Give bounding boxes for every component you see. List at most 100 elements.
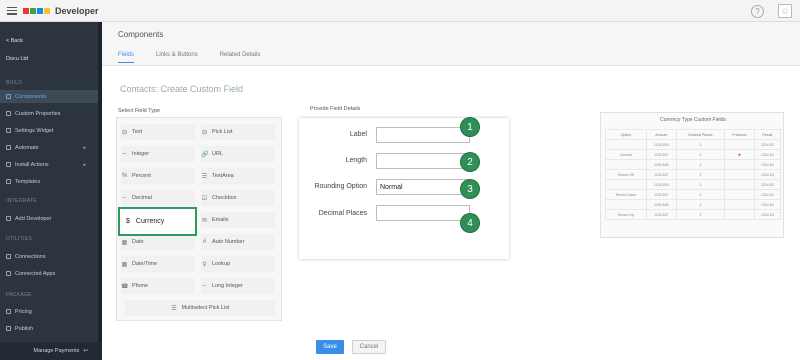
add-developer-icon	[6, 216, 11, 221]
cell: 2	[675, 169, 726, 180]
field-type-label: Text	[132, 129, 143, 135]
automate-icon	[6, 145, 11, 150]
section-build: BUILD	[6, 80, 23, 86]
field-type-url[interactable]: 🔗 URL	[201, 146, 275, 162]
sidebar-item-pricing[interactable]: Pricing	[0, 305, 98, 318]
sidebar-item-label: Templates	[15, 178, 41, 185]
sidebar-item-automate[interactable]: Automate ▸	[0, 141, 98, 154]
pricing-icon	[6, 309, 11, 314]
sidebar-item-add-developer[interactable]: Add Developer	[0, 212, 98, 225]
cell: 2	[675, 199, 726, 210]
cell: 1234.527	[645, 149, 677, 160]
textarea-icon: ☰	[201, 173, 208, 180]
field-type-label: Currency	[135, 218, 165, 225]
field-type-long-integer[interactable]: ⇔ Long Integer	[201, 278, 275, 294]
sidebar-item-label: Components	[15, 93, 47, 100]
sidebar-item-templates[interactable]: Templates	[0, 175, 98, 188]
decimal-icon: ⇔	[121, 195, 128, 201]
brand-logo[interactable]: Developer	[23, 6, 99, 16]
cell: 2	[675, 159, 726, 170]
length-input[interactable]	[376, 153, 470, 169]
field-type-label: Pick List	[212, 129, 233, 135]
sidebar-item-custom-properties[interactable]: Custom Properties	[0, 107, 98, 120]
table-row: Normal 1234.527 2 ✖ 1234.53	[605, 149, 782, 160]
field-type-text[interactable]: ⊟ Text	[121, 124, 195, 140]
manage-payments-link[interactable]: Manage Payments ↩	[0, 342, 102, 360]
phone-icon: ☎	[121, 283, 129, 290]
field-type-emails[interactable]: ✉ Emails	[201, 212, 275, 228]
section-utilities: UTILITIES	[6, 236, 33, 242]
cell: 1234.527	[645, 189, 677, 200]
field-type-label: Checkbox	[212, 195, 237, 201]
sidebar-item-install-actions[interactable]: Install Actions ▸	[0, 158, 98, 171]
sidebar-item-connected-apps[interactable]: Connected Apps	[0, 267, 98, 280]
table-header-row: Option Amount Decimal Places Precision R…	[605, 129, 782, 140]
field-type-datetime[interactable]: ▦ Date/Time	[121, 256, 195, 272]
rounding-option-select[interactable]: Normal ▾	[376, 179, 470, 195]
sidebar-item-publish[interactable]: Publish	[0, 322, 98, 335]
field-type-percent[interactable]: % Percent	[121, 168, 195, 184]
field-type-textarea[interactable]: ☰ TextArea	[201, 168, 275, 184]
table-row: Round Off 1234.527 2 1234.53	[605, 169, 782, 180]
rounding-option-label: Rounding Option	[314, 183, 367, 190]
currency-reference-table: Currency Type Custom Fields Option Amoun…	[600, 112, 784, 238]
tab-links-buttons[interactable]: Links & Buttons	[156, 52, 198, 63]
link-icon: 🔗	[201, 151, 209, 158]
tab-fields[interactable]: Fields	[118, 52, 135, 63]
logo-square	[44, 7, 50, 14]
sidebar-item-settings-widget[interactable]: Settings Widget	[0, 124, 98, 137]
back-link[interactable]: < Back	[6, 38, 23, 44]
help-icon[interactable]: ?	[751, 4, 764, 18]
connected-apps-icon	[6, 271, 11, 276]
rounding-option-value: Normal	[380, 183, 403, 191]
cell: 1234.53	[753, 179, 782, 190]
table-row: 1234.525 2 1234.53	[605, 159, 782, 170]
hamburger-menu-icon[interactable]	[7, 6, 17, 15]
field-type-label: Phone	[132, 283, 148, 289]
lookup-icon: ⚲	[202, 261, 207, 268]
field-details-heading: Provide Field Details	[310, 106, 361, 112]
field-type-label: Date	[132, 239, 144, 245]
email-icon: ✉	[201, 217, 208, 224]
decimal-places-input[interactable]	[376, 205, 470, 221]
sidebar-item-connections[interactable]: Connections	[0, 250, 98, 263]
save-button[interactable]: Save	[316, 340, 344, 354]
field-type-label: Long Integer	[212, 283, 243, 289]
sidebar-item-components[interactable]: Components	[0, 90, 98, 103]
length-field-label: Length	[345, 157, 367, 164]
field-type-label: Date/Time	[132, 261, 158, 267]
user-avatar-icon[interactable]: ☺	[778, 4, 792, 18]
sidebar: < Back Docu Ltd BUILD Components Custom …	[0, 22, 102, 360]
logo-square	[23, 7, 29, 14]
tab-related-details[interactable]: Related Details	[220, 52, 261, 63]
field-type-multiselect-pick-list[interactable]: ☰ Multiselect Pick List	[125, 300, 275, 316]
logo-square	[30, 7, 36, 14]
sidebar-item-label: Settings Widget	[15, 127, 54, 134]
cell: 2	[675, 189, 726, 200]
connections-icon	[6, 254, 11, 259]
sidebar-item-label: Install Actions	[15, 161, 49, 168]
field-type-checkbox[interactable]: ☑ Checkbox	[201, 190, 275, 206]
field-type-currency[interactable]: $ Currency	[118, 207, 197, 236]
field-type-integer[interactable]: ⇔ Integer	[121, 146, 195, 162]
header-cell: Result	[753, 129, 782, 140]
header-cell: Amount	[645, 129, 677, 140]
table-row: Round Down 1234.527 2 1234.52	[605, 189, 782, 200]
field-type-phone[interactable]: ☎ Phone	[121, 278, 195, 294]
cell: 1234.525	[645, 159, 677, 170]
field-type-label: Decimal	[132, 195, 152, 201]
field-type-decimal[interactable]: ⇔ Decimal	[121, 190, 195, 206]
top-bar: Developer ? ☺	[0, 0, 800, 22]
field-type-date[interactable]: ▦ Date	[121, 234, 195, 250]
label-input[interactable]	[376, 127, 470, 143]
cell: Round Up	[605, 209, 647, 220]
field-type-lookup[interactable]: ⚲ Lookup	[201, 256, 275, 272]
cell	[724, 189, 755, 200]
field-type-auto-number[interactable]: # Auto Number	[201, 234, 275, 250]
cell: Round Down	[605, 189, 647, 200]
cell: 1234.53	[753, 159, 782, 170]
cell: 1234.525	[645, 139, 677, 150]
field-type-pick-list[interactable]: ⊟ Pick List	[201, 124, 275, 140]
cancel-button[interactable]: Cancel	[352, 340, 386, 354]
collapse-icon[interactable]: ↩	[83, 348, 88, 354]
